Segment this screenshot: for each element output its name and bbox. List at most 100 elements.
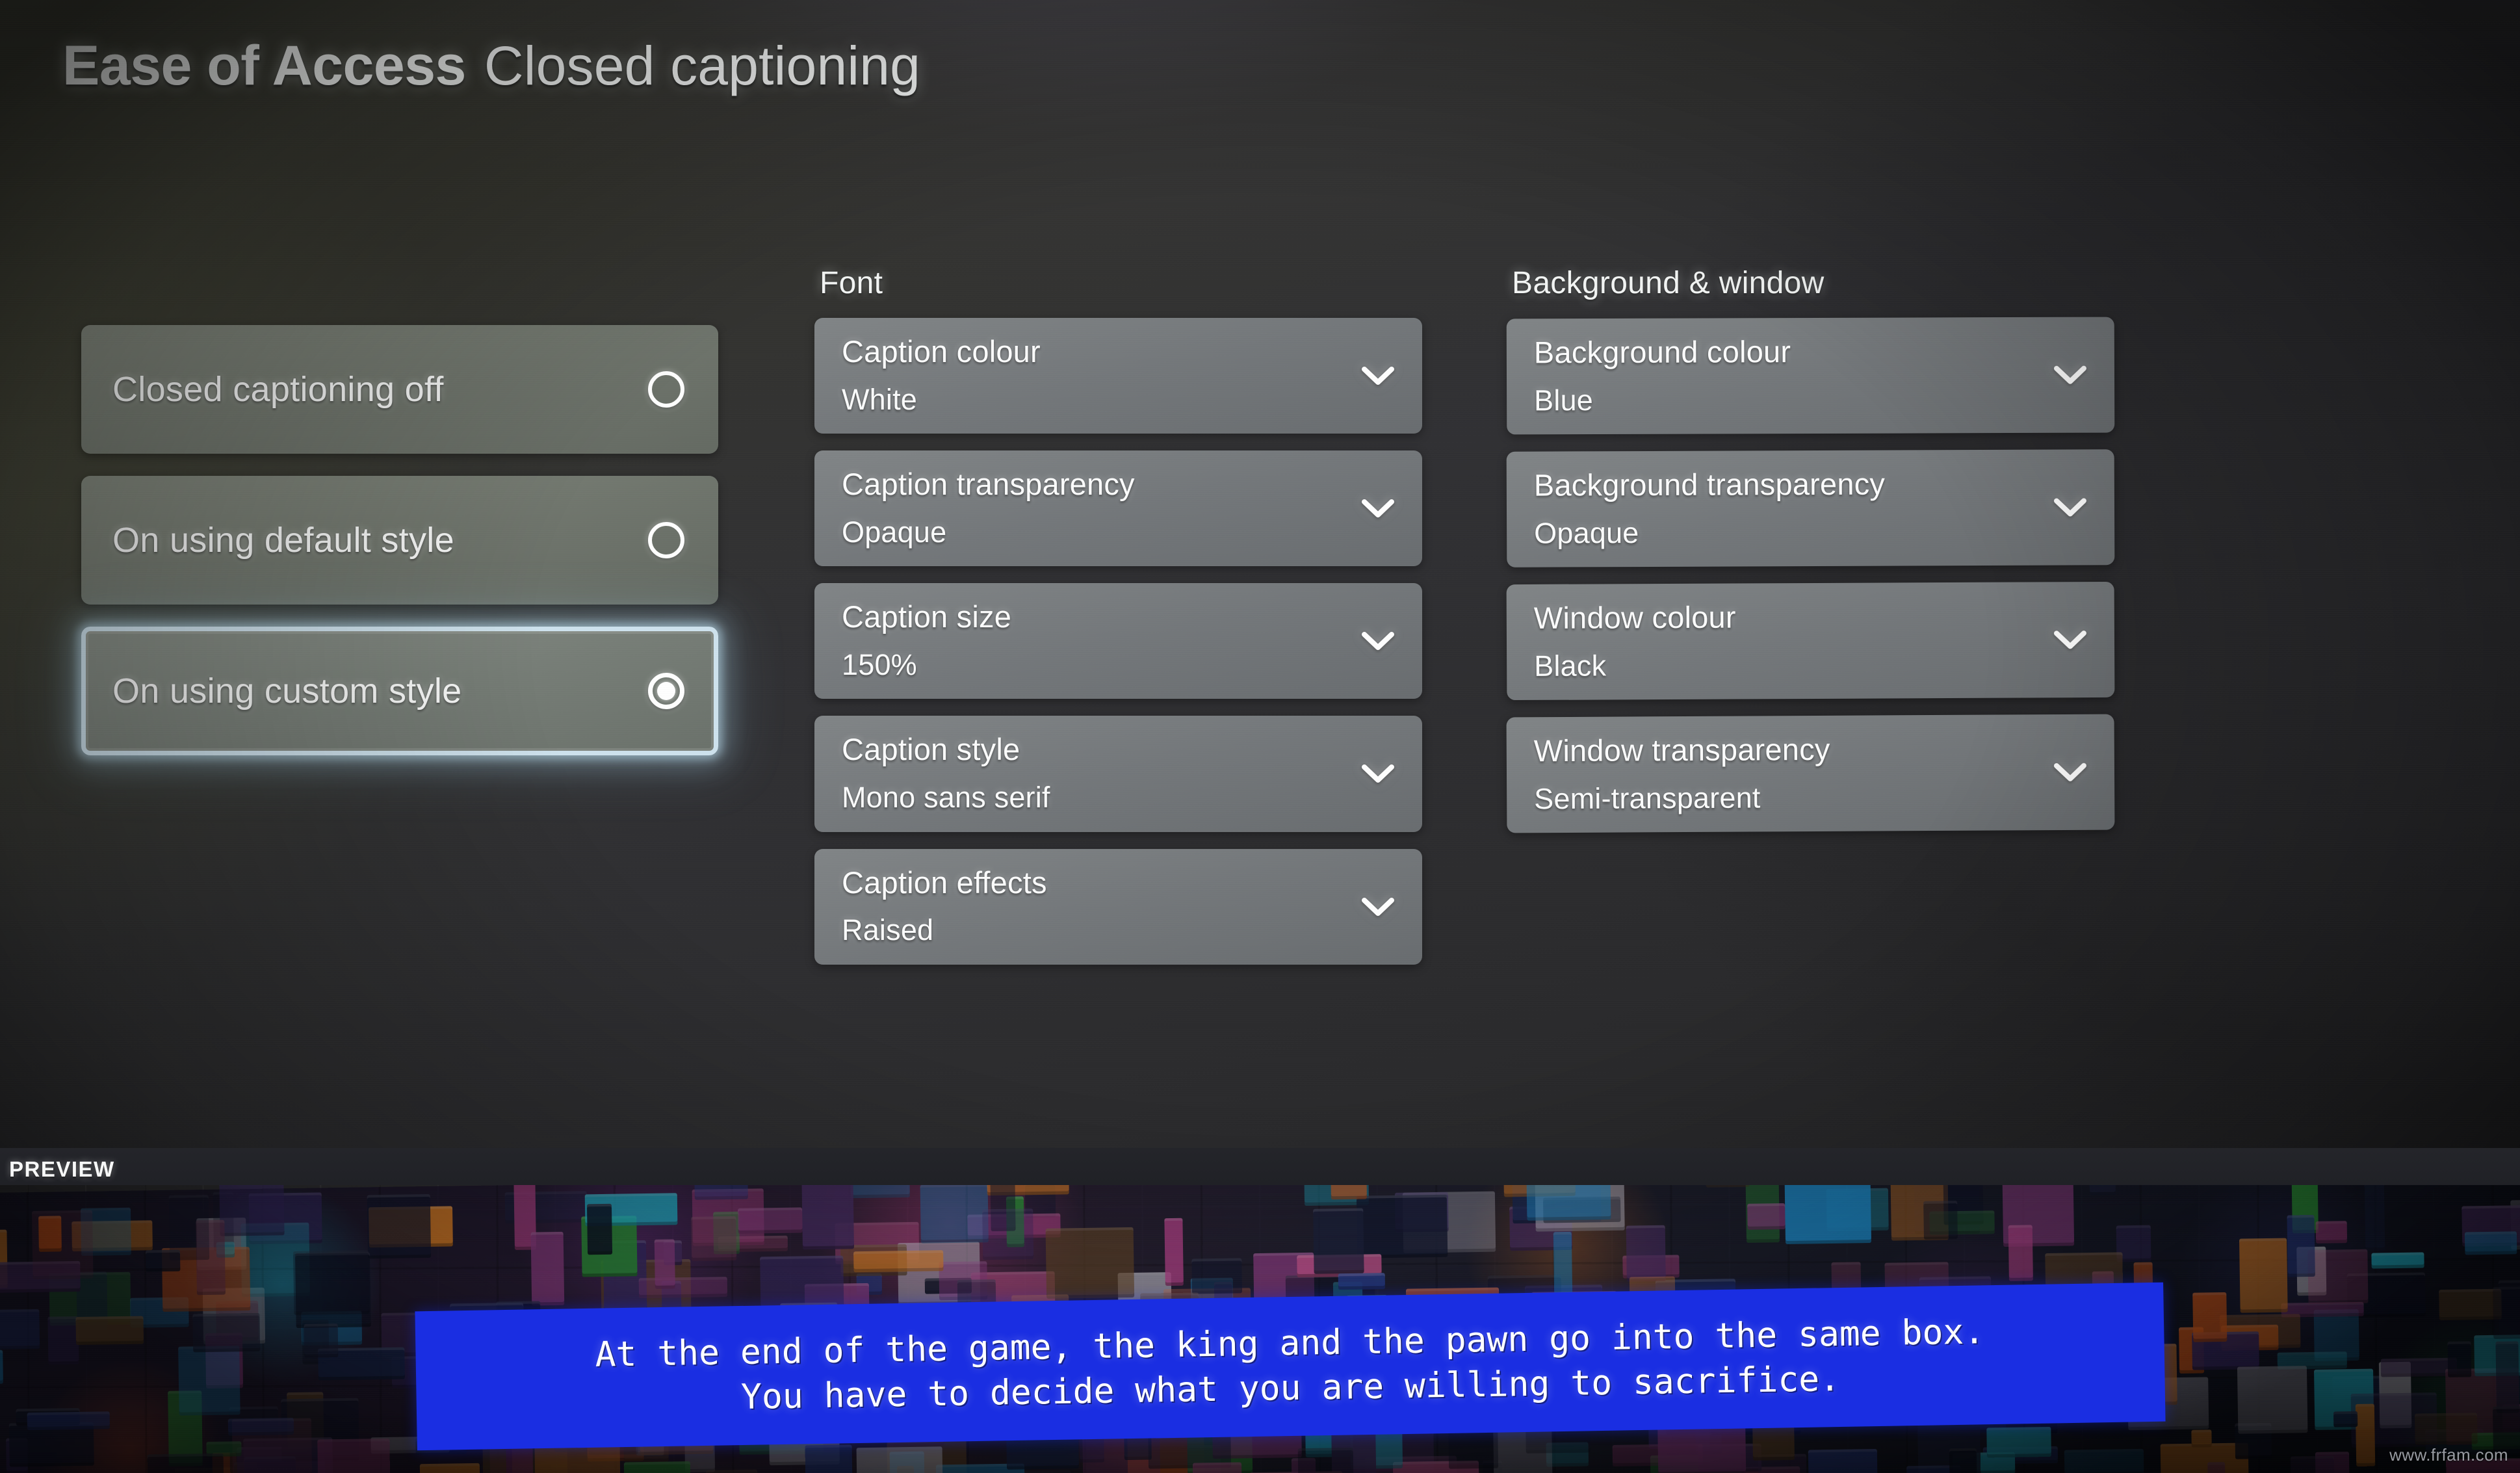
dropdown-caption-effects[interactable]: Caption effects Raised <box>814 848 1422 965</box>
dropdown-label: Caption size <box>842 599 1012 634</box>
voxel-block <box>1164 1218 1184 1286</box>
page-header: Ease of Access Closed captioning <box>62 34 920 98</box>
voxel-block <box>1338 1273 1386 1290</box>
dropdown-value: Raised <box>842 913 934 947</box>
dropdown-window-colour[interactable]: Window colour Black <box>1506 582 2115 701</box>
voxel-block <box>1191 1258 1243 1294</box>
dropdown-label: Window transparency <box>1533 732 1830 768</box>
voxel-block <box>1313 1208 1364 1274</box>
voxel-block <box>2192 1292 2228 1342</box>
voxel-block <box>2371 1252 2424 1269</box>
voxel-block <box>586 1203 613 1255</box>
voxel-block <box>0 1309 40 1350</box>
voxel-block <box>367 1193 432 1259</box>
section-title-font: Font <box>820 266 883 300</box>
voxel-block <box>654 1239 675 1289</box>
dropdown-caption-transparency[interactable]: Caption transparency Opaque <box>814 450 1422 567</box>
background-window-settings-column: Background & window Background colour Bl… <box>1506 265 2115 849</box>
voxel-block <box>2364 1182 2385 1251</box>
dropdown-caption-style[interactable]: Caption style Mono sans serif <box>814 716 1422 832</box>
dropdown-caption-colour[interactable]: Caption colour White <box>814 318 1422 434</box>
section-title-background-window: Background & window <box>1512 266 1825 300</box>
voxel-block <box>982 1208 1034 1260</box>
voxel-block <box>2064 1448 2144 1473</box>
dropdown-value: Opaque <box>1534 515 1639 550</box>
dropdown-value: Black <box>1534 649 1607 683</box>
dropdown-value: 150% <box>842 647 917 681</box>
mode-option-label: Closed captioning off <box>112 370 444 409</box>
voxel-block <box>304 1323 339 1358</box>
voxel-block <box>691 1216 737 1261</box>
voxel-block <box>47 1316 79 1365</box>
voxel-block <box>2355 1403 2376 1467</box>
voxel-block <box>623 1461 692 1473</box>
voxel-block <box>38 1216 62 1252</box>
voxel-block <box>1808 1448 1878 1473</box>
dropdown-window-transparency[interactable]: Window transparency Semi-transparent <box>1506 714 2115 833</box>
voxel-block <box>1356 1194 1448 1258</box>
mode-option-on-using-default-style[interactable]: On using default style <box>81 476 718 605</box>
watermark-text: www.frfam.com <box>2389 1445 2508 1465</box>
chevron-down-icon <box>2053 762 2087 783</box>
chevron-down-icon <box>1361 896 1395 917</box>
dropdown-value: Semi-transparent <box>1534 781 1761 816</box>
voxel-block <box>292 1250 370 1316</box>
preview-label: PREVIEW <box>9 1157 115 1181</box>
voxel-block <box>1045 1227 1135 1299</box>
dropdown-label: Caption colour <box>842 334 1041 369</box>
voxel-block <box>2191 1429 2212 1448</box>
dropdown-value: Mono sans serif <box>842 781 1050 814</box>
voxel-block <box>2237 1366 2308 1434</box>
dropdown-background-transparency[interactable]: Background transparency Opaque <box>1506 449 2115 568</box>
voxel-block <box>2493 1286 2520 1339</box>
voxel-block <box>801 1175 855 1250</box>
voxel-block <box>2333 1411 2358 1427</box>
voxel-block <box>145 1249 181 1272</box>
dropdown-value: Opaque <box>842 515 947 549</box>
dropdown-caption-size[interactable]: Caption size 150% <box>814 583 1422 699</box>
voxel-block <box>419 1463 480 1473</box>
mode-option-label: On using custom style <box>112 671 462 710</box>
voxel-block <box>2464 1231 2517 1255</box>
dropdown-background-colour[interactable]: Background colour Blue <box>1506 317 2115 435</box>
voxel-block <box>2415 1413 2478 1445</box>
voxel-block <box>638 1277 728 1299</box>
preview-header-bar <box>0 1148 2520 1185</box>
voxel-block <box>2307 1249 2369 1305</box>
mode-option-label: On using default style <box>112 521 454 560</box>
dropdown-value: Blue <box>1534 383 1594 417</box>
captioning-mode-list: Closed captioning off On using default s… <box>81 325 718 777</box>
voxel-block <box>178 1346 240 1416</box>
mode-option-on-using-custom-style[interactable]: On using custom style <box>81 627 718 755</box>
voxel-block <box>738 1207 803 1234</box>
radio-button-off-icon[interactable] <box>648 371 684 408</box>
voxel-block <box>706 1469 759 1473</box>
page-title: Closed captioning <box>484 35 921 96</box>
dropdown-label: Caption style <box>842 732 1020 767</box>
radio-button-selected-icon[interactable] <box>648 673 684 709</box>
voxel-block <box>1192 1462 1242 1473</box>
app-title: Ease of Access <box>62 34 466 97</box>
voxel-block <box>1297 1447 1355 1473</box>
mode-option-closed-captioning-off[interactable]: Closed captioning off <box>81 325 718 454</box>
voxel-block <box>2008 1225 2033 1281</box>
chevron-down-icon <box>1361 365 1395 386</box>
voxel-block <box>2315 1221 2348 1244</box>
voxel-block <box>2495 1341 2520 1413</box>
voxel-block <box>1986 1426 2051 1458</box>
voxel-block <box>2207 1461 2226 1473</box>
radio-button-off-icon[interactable] <box>648 522 684 558</box>
dropdown-value: White <box>842 382 918 416</box>
voxel-block <box>920 1184 989 1244</box>
dropdown-label: Caption transparency <box>842 467 1135 502</box>
chevron-down-icon <box>1361 631 1395 651</box>
voxel-block <box>1923 1201 1958 1240</box>
voxel-block <box>227 1418 294 1436</box>
voxel-block <box>147 1453 224 1473</box>
caption-preview-box: At the end of the game, the king and the… <box>415 1282 2166 1451</box>
voxel-block <box>2290 1455 2335 1473</box>
voxel-block <box>27 1411 110 1431</box>
voxel-block <box>856 1446 944 1473</box>
dropdown-label: Window colour <box>1533 599 1736 636</box>
chevron-down-icon <box>1361 498 1395 519</box>
